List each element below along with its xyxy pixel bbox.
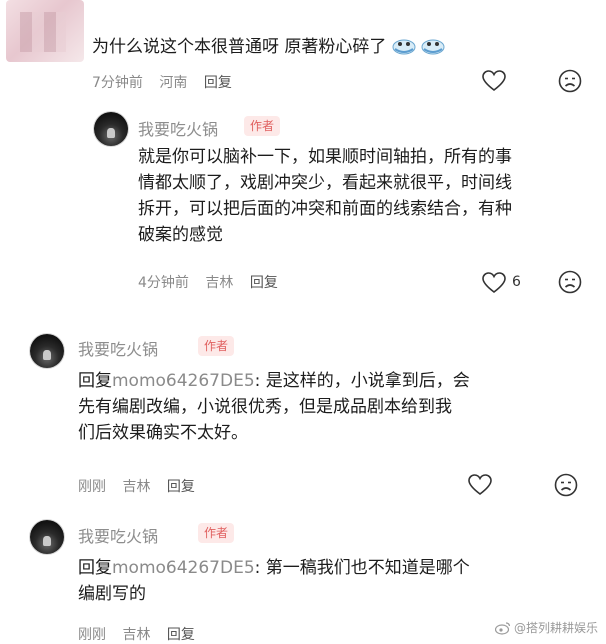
comment-meta: 刚刚 吉林 回复 [78, 624, 207, 644]
timestamp: 刚刚 [78, 627, 106, 643]
reply-button[interactable]: 回复 [250, 275, 278, 291]
blurred-avatar[interactable] [6, 0, 84, 62]
location: 吉林 [122, 627, 151, 643]
reply-line: 破案的感觉 [138, 225, 223, 245]
dislike-face-icon[interactable] [558, 69, 582, 93]
username[interactable]: 我要吃火锅 [138, 116, 218, 140]
avatar[interactable] [94, 112, 128, 146]
avatar[interactable] [30, 334, 64, 368]
mention[interactable]: momo64267DE5 [112, 371, 255, 391]
heart-icon[interactable] [482, 70, 506, 92]
weibo-icon [494, 621, 511, 635]
comment-body: 为什么说这个本很普通呀 原著粉心碎了 [92, 37, 387, 57]
watermark-text: @搭列耕耕娱乐 [513, 621, 598, 635]
location: 吉林 [122, 479, 151, 495]
reply-prefix: 回复 [78, 558, 112, 578]
timestamp: 4分钟前 [138, 275, 189, 291]
avatar[interactable] [30, 520, 64, 554]
heart-icon[interactable] [482, 272, 506, 294]
username[interactable]: 我要吃火锅 [78, 336, 158, 360]
comment-meta: 刚刚 吉林 回复 [78, 476, 207, 496]
comment-text: 回复momo64267DE5: 是这样的，小说拿到后，会 先有编剧改编，小说很优… [78, 368, 598, 446]
dislike-face-icon[interactable] [558, 270, 582, 294]
username[interactable]: 我要吃火锅 [78, 523, 158, 547]
reply-meta: 4分钟前 吉林 回复 [138, 272, 290, 292]
comment-line: 编剧写的 [78, 584, 146, 604]
reply-line: 就是你可以脑补一下，如果顺时间轴拍，所有的事 [138, 147, 512, 167]
watermark: @搭列耕耕娱乐 [494, 619, 598, 636]
comment-line: 先有编剧改编，小说很优秀，但是成品剧本给到我 [78, 397, 452, 417]
reply-line: 拆开，可以把后面的冲突和前面的线索结合，有种 [138, 199, 512, 219]
like-count: 6 [512, 274, 521, 290]
dislike-face-icon[interactable] [554, 473, 578, 497]
comment-line: 回复momo64267DE5: 第一稿我们也不知道是哪个 [78, 555, 598, 581]
mention[interactable]: momo64267DE5 [112, 558, 255, 578]
crying-face-icon [392, 35, 416, 55]
timestamp: 刚刚 [78, 479, 106, 495]
author-badge: 作者 [198, 523, 235, 543]
comment-meta: 7分钟前 河南 回复 [92, 72, 244, 92]
comment-text: 为什么说这个本很普通呀 原著粉心碎了 [92, 34, 445, 60]
comment-line: 回复momo64267DE5: 是这样的，小说拿到后，会 [78, 368, 598, 394]
reply-prefix: 回复 [78, 371, 112, 391]
heart-icon[interactable] [468, 474, 492, 496]
location: 河南 [159, 75, 188, 91]
reply-button[interactable]: 回复 [204, 75, 232, 91]
crying-face-icon [421, 35, 445, 55]
comment-text: 回复momo64267DE5: 第一稿我们也不知道是哪个 编剧写的 [78, 555, 598, 607]
comment-line-text: : 是这样的，小说拿到后，会 [254, 371, 470, 391]
reply-text: 就是你可以脑补一下，如果顺时间轴拍，所有的事 情都太顺了，戏剧冲突少，看起来就很… [138, 144, 598, 248]
comment-line-text: : 第一稿我们也不知道是哪个 [254, 558, 470, 578]
reply-button[interactable]: 回复 [167, 627, 195, 643]
comment-line: 们后效果确实不太好。 [78, 423, 248, 443]
location: 吉林 [205, 275, 234, 291]
author-badge: 作者 [244, 116, 281, 136]
reply-button[interactable]: 回复 [167, 479, 195, 495]
reply-line: 情都太顺了，戏剧冲突少，看起来就很平，时间线 [138, 173, 512, 193]
author-badge: 作者 [198, 336, 235, 356]
timestamp: 7分钟前 [92, 75, 143, 91]
